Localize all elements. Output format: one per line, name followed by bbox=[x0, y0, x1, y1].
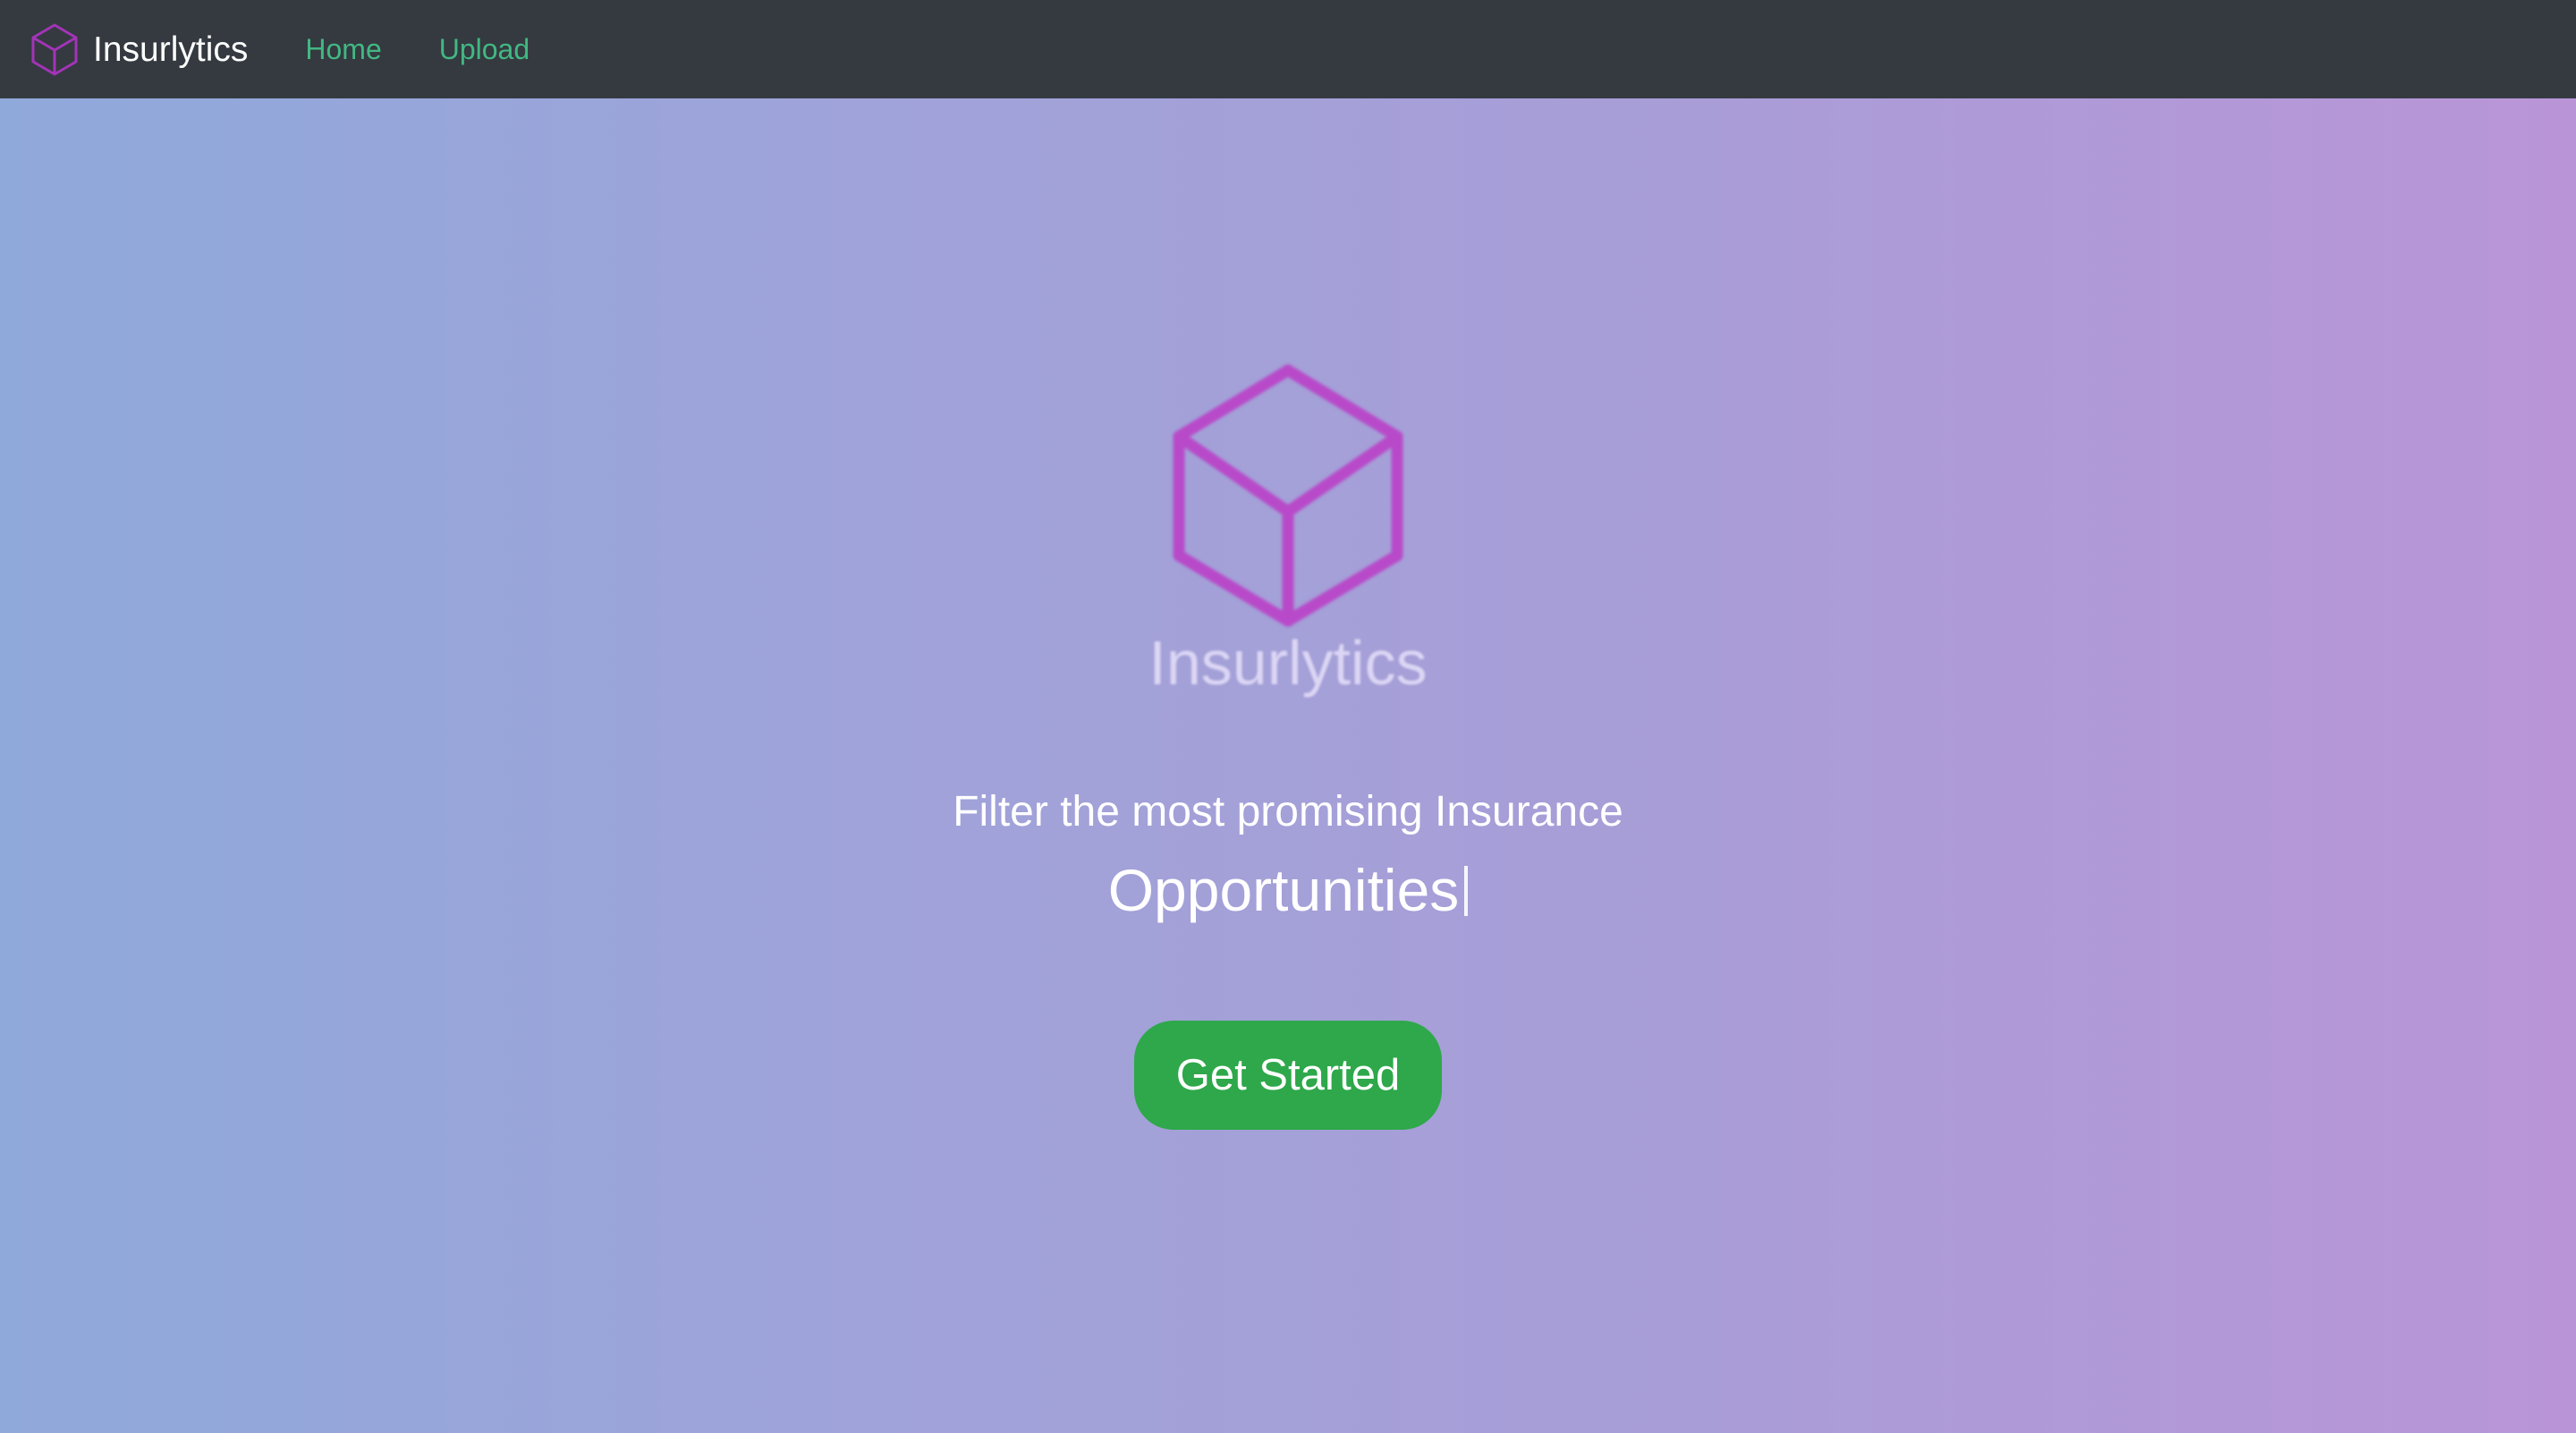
hero-tagline: Filter the most promising Insurance bbox=[953, 788, 1623, 835]
nav-link-upload[interactable]: Upload bbox=[439, 35, 530, 64]
get-started-button[interactable]: Get Started bbox=[1134, 1021, 1442, 1130]
nav-link-home[interactable]: Home bbox=[305, 35, 381, 64]
cube-icon bbox=[1173, 364, 1403, 627]
typed-word: Opportunities bbox=[1107, 857, 1460, 923]
brand-link[interactable]: Insurlytics bbox=[30, 22, 248, 76]
hero-section: Insurlytics Filter the most promising In… bbox=[0, 98, 2576, 1433]
top-navbar: Insurlytics Home Upload bbox=[0, 0, 2576, 98]
hero-typed-text: Opportunities bbox=[0, 861, 2576, 920]
hero-logo-text: Insurlytics bbox=[1148, 628, 1428, 698]
typing-cursor bbox=[1464, 866, 1469, 916]
brand-name: Insurlytics bbox=[93, 30, 249, 69]
cube-icon bbox=[31, 23, 78, 76]
